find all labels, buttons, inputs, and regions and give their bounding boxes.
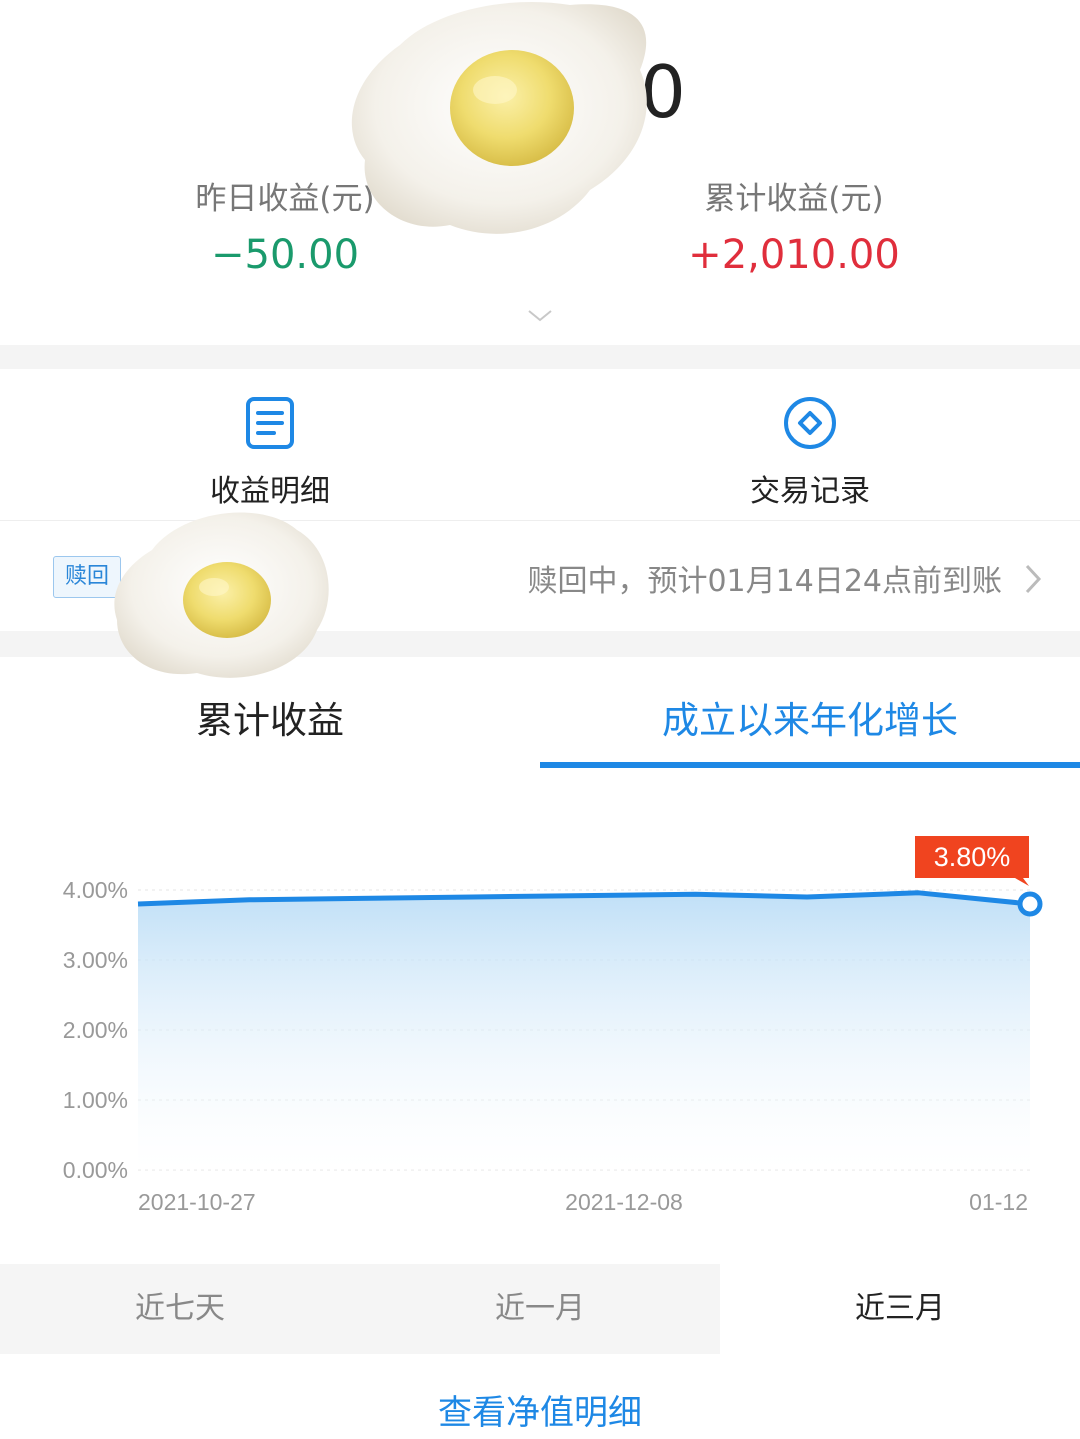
- x-tick-label: 2021-10-27: [138, 1189, 256, 1215]
- expand-chevron-icon[interactable]: [525, 305, 555, 325]
- document-icon: [246, 397, 294, 449]
- chart-highlight-point: [1017, 891, 1043, 917]
- range-1month-button[interactable]: 近一月: [360, 1264, 720, 1354]
- earnings-detail-label: 收益明细: [210, 474, 330, 509]
- cumulative-earnings-value: +2,010.00: [688, 232, 900, 278]
- tab-cumulative-earnings[interactable]: 累计收益: [0, 690, 540, 744]
- y-tick-label: 1.00%: [63, 1087, 128, 1113]
- view-nav-detail-link[interactable]: 查看净值明细: [0, 1385, 1080, 1434]
- y-tick-label: 4.00%: [63, 877, 128, 903]
- cumulative-earnings-label: 累计收益(元): [704, 181, 884, 217]
- diamond-icon: [784, 397, 836, 449]
- transaction-records-label: 交易记录: [750, 474, 870, 509]
- y-tick-label: 3.00%: [63, 947, 128, 973]
- x-tick-label: 2021-12-08: [565, 1189, 683, 1215]
- active-tab-indicator: [540, 762, 1080, 768]
- chart-area-fill: [138, 892, 1030, 1170]
- transaction-records-button[interactable]: 交易记录: [680, 390, 940, 510]
- redeem-badge: 赎回: [53, 556, 121, 598]
- y-tick-label: 2.00%: [63, 1017, 128, 1043]
- range-3months-button[interactable]: 近三月: [720, 1264, 1080, 1354]
- earnings-detail-button[interactable]: 收益明细: [140, 390, 400, 510]
- section-divider: [0, 345, 1080, 369]
- value-tooltip-label: 3.80%: [934, 842, 1011, 872]
- y-tick-label: 0.00%: [63, 1157, 128, 1183]
- annualized-growth-chart: 0.00% 1.00% 2.00% 3.00% 4.00% 2021-10-27 2021…: [63, 836, 1043, 1215]
- redeem-status-text: 赎回中，预计01月14日24点前到账: [527, 564, 1002, 599]
- fried-egg-sticker: [351, 1, 647, 234]
- range-7days-button[interactable]: 近七天: [0, 1264, 360, 1354]
- range-selector: 近七天 近一月 近三月: [0, 1264, 1080, 1354]
- x-tick-label: 01-12: [969, 1189, 1028, 1215]
- fried-egg-sticker: [114, 512, 329, 678]
- chevron-right-icon[interactable]: [1022, 562, 1044, 596]
- tab-annualized-growth[interactable]: 成立以来年化增长: [540, 690, 1080, 744]
